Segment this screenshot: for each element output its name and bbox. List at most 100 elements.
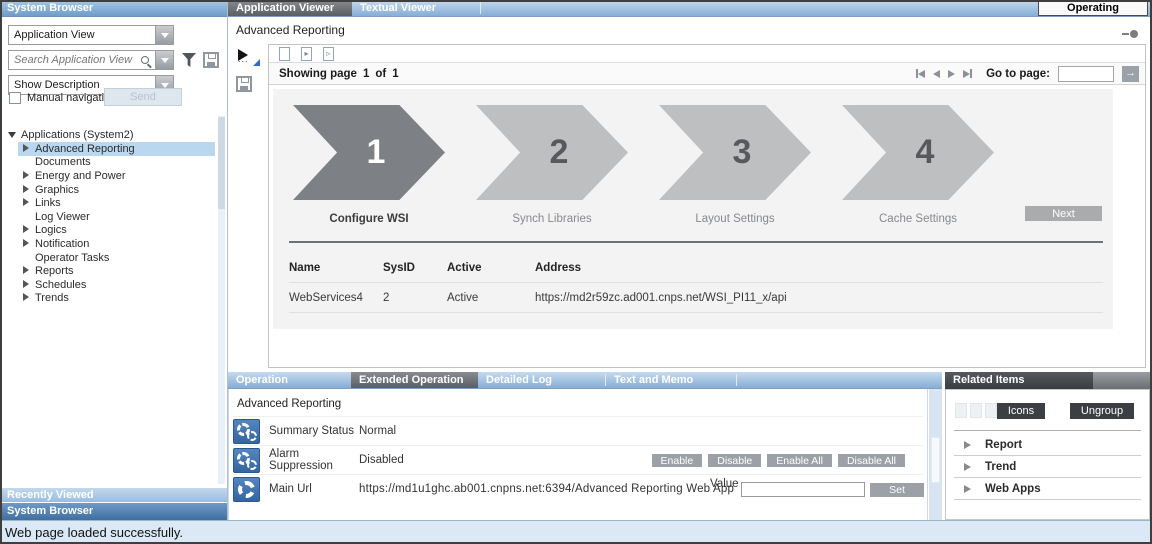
- recently-viewed-bar[interactable]: Recently Viewed: [0, 487, 227, 502]
- wizard-step-configure-wsi[interactable]: 1 Configure WSI: [293, 105, 476, 225]
- set-button[interactable]: Set: [870, 483, 924, 497]
- next-page-button[interactable]: [948, 70, 955, 78]
- enable-all-button[interactable]: Enable All: [767, 454, 832, 467]
- tree-item-label: Logics: [35, 224, 67, 236]
- ghost-icon[interactable]: [970, 403, 982, 418]
- tab-operation[interactable]: Operation: [228, 372, 351, 388]
- tree-item-label: Graphics: [35, 184, 79, 196]
- disable-all-button[interactable]: Disable All: [838, 454, 905, 467]
- send-button[interactable]: Send: [104, 88, 182, 106]
- tab-divider: [480, 2, 481, 14]
- document-export-icon[interactable]: ▹: [323, 47, 334, 61]
- chevron-collapsed-icon: [964, 441, 971, 449]
- filter-icon[interactable]: [182, 53, 196, 67]
- ellipsis-icon: ...: [238, 54, 249, 64]
- tree-item-energy-and-power[interactable]: Energy and Power: [18, 169, 215, 183]
- tree-root-label: Applications (System2): [21, 129, 134, 141]
- related-item-label: Report: [985, 439, 1022, 451]
- disable-button[interactable]: Disable: [708, 454, 761, 467]
- save-search-icon[interactable]: [203, 52, 219, 68]
- resize-corner-icon: [253, 59, 260, 66]
- ghost-icon[interactable]: [955, 403, 967, 418]
- gear: [238, 481, 255, 498]
- operating-button[interactable]: Operating: [1038, 1, 1148, 16]
- wizard-step-layout-settings[interactable]: 3 Layout Settings: [659, 105, 842, 225]
- next-button[interactable]: Next: [1025, 206, 1102, 221]
- view-selector-dropdown[interactable]: Application View: [8, 25, 174, 45]
- tab-text-and-memo[interactable]: Text and Memo: [606, 372, 736, 388]
- tab-application-viewer[interactable]: Application Viewer: [228, 0, 352, 16]
- wizard-step-synch-libraries[interactable]: 2 Synch Libraries: [476, 105, 659, 225]
- wizard-step-cache-settings[interactable]: 4 Cache Settings: [842, 105, 1025, 225]
- document-play-icon[interactable]: ▸: [301, 47, 312, 61]
- previous-page-button[interactable]: [933, 70, 940, 78]
- tree-item-label: Reports: [35, 265, 74, 277]
- tree-item-label: Log Viewer: [35, 211, 90, 223]
- tree-item-logics[interactable]: Logics: [18, 224, 215, 238]
- property-row-main-url: Main Url https://md1u1ghc.ab001.cnpns.ne…: [233, 474, 923, 503]
- value-input[interactable]: [741, 482, 865, 497]
- tree-item-label: Trends: [35, 292, 69, 304]
- enable-button[interactable]: Enable: [652, 454, 703, 467]
- operation-object-title: Advanced Reporting: [237, 398, 341, 410]
- step-label: Synch Libraries: [476, 213, 628, 225]
- tree-item-links[interactable]: Links: [18, 196, 215, 210]
- pin-icon[interactable]: [1122, 30, 1138, 38]
- tree-item-log-viewer[interactable]: Log Viewer: [18, 210, 215, 224]
- go-to-page-button[interactable]: →: [1122, 66, 1139, 82]
- last-page-button[interactable]: [963, 69, 972, 78]
- first-page-button[interactable]: [916, 69, 925, 78]
- report-toolbar: ▸ ▹: [269, 45, 1145, 63]
- manual-navigation-checkbox[interactable]: [9, 92, 21, 104]
- ungroup-button[interactable]: Ungroup: [1070, 403, 1134, 419]
- tree-scrollbar-thumb[interactable]: [218, 117, 225, 209]
- tree-item-operator-tasks[interactable]: Operator Tasks: [18, 251, 215, 265]
- property-value: Normal: [359, 425, 396, 437]
- status-bar: Web page loaded successfully.: [0, 520, 1152, 544]
- tree-item-documents[interactable]: Documents: [18, 156, 215, 170]
- icons-button[interactable]: Icons: [997, 403, 1045, 419]
- manual-navigation-option: Manual navigation: [9, 92, 116, 104]
- current-page: 1: [363, 68, 369, 80]
- chevron-down-icon: [161, 33, 169, 38]
- save-report-icon[interactable]: [236, 76, 252, 92]
- related-item-report[interactable]: Report: [954, 434, 1141, 456]
- gear-icon: [233, 477, 260, 502]
- tree-item-reports[interactable]: Reports: [18, 264, 215, 278]
- tree-item-notification[interactable]: Notification: [18, 237, 215, 251]
- property-label: Alarm Suppression: [269, 448, 359, 472]
- chevron-collapsed-icon: [23, 170, 35, 182]
- related-item-web-apps[interactable]: Web Apps: [954, 478, 1141, 500]
- view-selector-value: Application View: [9, 26, 155, 44]
- search-dropdown-arrow-button[interactable]: [155, 51, 173, 69]
- property-label: Main Url: [269, 483, 359, 495]
- ghost-icon[interactable]: [985, 403, 997, 418]
- tree-item-advanced-reporting[interactable]: Advanced Reporting: [18, 142, 215, 156]
- operation-scrollbar-thumb[interactable]: [931, 437, 940, 483]
- tree-item-graphics[interactable]: Graphics: [18, 183, 215, 197]
- tree-scrollbar[interactable]: [218, 116, 225, 484]
- property-row-alarm-suppression: Alarm Suppression Disabled Enable Disabl…: [233, 445, 923, 474]
- system-browser-bar[interactable]: System Browser: [0, 502, 227, 520]
- property-value: Disabled: [359, 454, 404, 466]
- tab-textual-viewer[interactable]: Textual Viewer: [352, 0, 480, 16]
- separator-line: [954, 430, 1141, 431]
- tree-item-label: Operator Tasks: [35, 252, 109, 264]
- run-report-button[interactable]: ...: [236, 48, 260, 66]
- view-selector-arrow-button[interactable]: [155, 26, 173, 44]
- step-number: 4: [916, 133, 935, 172]
- related-item-trend[interactable]: Trend: [954, 456, 1141, 478]
- tab-extended-operation[interactable]: Extended Operation: [351, 372, 478, 388]
- col-header-address: Address: [535, 262, 1103, 274]
- related-items-title[interactable]: Related Items: [945, 372, 1093, 389]
- tree-item-trends[interactable]: Trends: [18, 292, 215, 306]
- chevron-collapsed-icon: [23, 292, 35, 304]
- tree-root-applications[interactable]: Applications (System2): [0, 127, 215, 142]
- operation-scrollbar[interactable]: [929, 389, 942, 522]
- search-input[interactable]: [9, 51, 141, 69]
- tree-item-schedules[interactable]: Schedules: [18, 278, 215, 292]
- go-to-page-input[interactable]: [1058, 66, 1114, 82]
- tab-detailed-log[interactable]: Detailed Log: [478, 372, 605, 388]
- showing-page-text: Showing page1of1: [279, 68, 405, 80]
- document-icon[interactable]: [279, 47, 290, 61]
